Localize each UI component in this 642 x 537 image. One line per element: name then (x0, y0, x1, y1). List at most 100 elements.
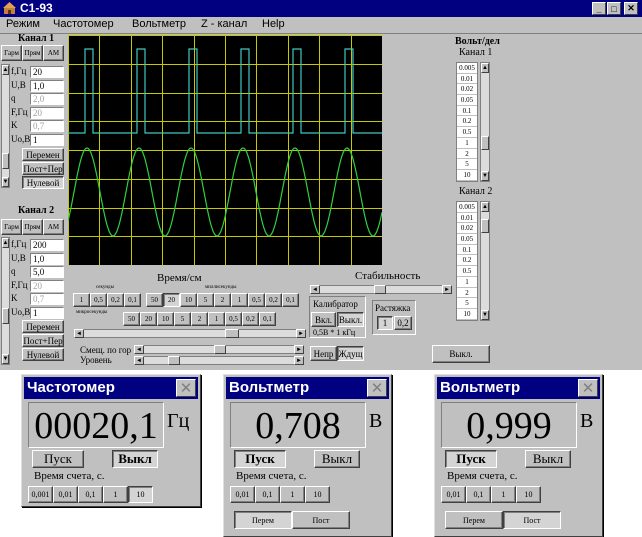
ch1-volts-scroll[interactable]: ▲ ▼ (480, 62, 490, 182)
ch1-mode-square[interactable]: Прям (22, 45, 43, 61)
timebase-seconds-button[interactable]: 0,2 (107, 293, 124, 307)
ch1-row-input[interactable]: 20 (30, 106, 64, 119)
ch2-mode-harm[interactable]: Гарм (1, 219, 22, 235)
voltmeter2-close-icon[interactable]: ✕ (578, 379, 598, 397)
close-button[interactable]: ✕ (624, 2, 638, 15)
menu-z-channel[interactable]: Z - канал (201, 18, 247, 30)
calibrator-off-button[interactable]: Выкл. (337, 312, 364, 327)
menu-frequency-meter[interactable]: Частотомер (53, 18, 114, 30)
frequency-meter-close-icon[interactable]: ✕ (176, 379, 196, 397)
frequency-start-button[interactable]: Пуск (32, 450, 84, 468)
frequency-off-button[interactable]: Выкл (112, 450, 158, 468)
voltmeter2-start-button[interactable]: Пуск (445, 450, 497, 468)
timebase-seconds-button[interactable]: 1 (73, 293, 90, 307)
timebase-micros-button[interactable]: 1 (208, 312, 225, 326)
volts-option-ch1[interactable]: 10 (457, 169, 477, 181)
volts-option-ch1[interactable]: 0.5 (457, 127, 477, 138)
voltmeter2-count-time-button[interactable]: 0,1 (466, 486, 491, 503)
voltmeter1-count-time-button[interactable]: 0,01 (230, 486, 255, 503)
timebase-millis-button[interactable]: 0,1 (282, 293, 299, 307)
timebase-millis-button[interactable]: 0,5 (248, 293, 265, 307)
voltmeter1-start-button[interactable]: Пуск (234, 450, 286, 468)
menu-help[interactable]: Help (262, 18, 285, 30)
timebase-micros-button[interactable]: 0,2 (242, 312, 259, 326)
ch2-row-input[interactable]: 20 (30, 279, 64, 292)
timebase-micros-button[interactable]: 20 (140, 312, 157, 326)
volts-option-ch1[interactable]: 0.05 (457, 95, 477, 106)
power-off-button[interactable]: Выкл. (432, 345, 490, 363)
ch1-row-input[interactable]: 1 (30, 133, 64, 146)
stretch-1-button[interactable]: 1 (377, 316, 393, 330)
timebase-micros-button[interactable]: 0,1 (259, 312, 276, 326)
ch2-row-input[interactable]: 5,0 (30, 266, 64, 278)
ch2-mode-am[interactable]: АМ (43, 219, 64, 235)
ch1-volts-list[interactable]: 0.005 0.01 0.02 0.05 0.1 0.2 0.5 1 2 5 10 (456, 62, 478, 182)
ch2-row-input[interactable]: 1 (30, 306, 64, 319)
ch1-vertical-scroll[interactable]: ▲ ▼ (1, 64, 10, 188)
volts-option-ch2[interactable]: 5 (457, 298, 477, 309)
volts-option-ch1[interactable]: 5 (457, 159, 477, 170)
volts-option-ch1[interactable]: 0.2 (457, 116, 477, 128)
stretch-02-button[interactable]: 0,2 (394, 316, 412, 330)
ch1-dc-ac-button[interactable]: Пост+Пер (22, 162, 64, 175)
ch2-row-input[interactable]: 1,0 (30, 252, 64, 265)
volts-option-ch1[interactable]: 2 (457, 148, 477, 160)
voltmeter1-ac-mode-button[interactable]: Перем (234, 511, 292, 529)
timebase-seconds-button[interactable]: 0,5 (90, 293, 107, 307)
ch1-ac-button[interactable]: Перемен (22, 148, 64, 161)
voltmeter2-count-time-button[interactable]: 0,01 (441, 486, 466, 503)
volts-option-ch1[interactable]: 0.005 (457, 63, 477, 74)
voltmeter1-close-icon[interactable]: ✕ (367, 379, 387, 397)
voltmeter1-off-button[interactable]: Выкл (314, 450, 360, 468)
menu-voltmeter[interactable]: Вольтметр (132, 18, 186, 30)
menu-mode[interactable]: Режим (6, 18, 40, 30)
ch1-row-input[interactable]: 1,0 (30, 79, 64, 92)
timebase-micros-button[interactable]: 2 (191, 312, 208, 326)
voltmeter2-off-button[interactable]: Выкл (525, 450, 571, 468)
ch1-row-input[interactable]: 0,7 (30, 120, 64, 132)
volts-option-ch2[interactable]: 0.1 (457, 244, 477, 256)
timebase-millis-button[interactable]: 2 (214, 293, 231, 307)
volts-option-ch2[interactable]: 0.005 (457, 202, 477, 213)
ch2-volts-list[interactable]: 0.005 0.01 0.02 0.05 0.1 0.2 0.5 1 2 5 10 (456, 201, 478, 321)
timebase-scroll[interactable]: ◄ ► (74, 329, 306, 338)
maximize-button[interactable]: □ (607, 2, 621, 15)
waiting-sweep-button[interactable]: Ждущ (337, 346, 364, 361)
volts-option-ch2[interactable]: 10 (457, 308, 477, 320)
frequency_meter-count-time-button[interactable]: 1 (103, 486, 128, 503)
ch2-row-input[interactable]: 200 (30, 239, 64, 251)
timebase-millis-button[interactable]: 1 (231, 293, 248, 307)
continuous-sweep-button[interactable]: Непр (310, 346, 337, 361)
volts-option-ch2[interactable]: 1 (457, 276, 477, 288)
ch1-mode-harm[interactable]: Гарм (1, 45, 22, 61)
volts-option-ch2[interactable]: 0.02 (457, 223, 477, 235)
ch2-ac-button[interactable]: Перемен (22, 320, 64, 333)
volts-option-ch1[interactable]: 0.1 (457, 105, 477, 117)
volts-option-ch2[interactable]: 0.2 (457, 255, 477, 267)
ch1-mode-am[interactable]: АМ (43, 45, 64, 61)
timebase-micros-button[interactable]: 0,5 (225, 312, 242, 326)
timebase-millis-button[interactable]: 20 (163, 293, 180, 307)
frequency_meter-count-time-button[interactable]: 10 (128, 486, 153, 503)
ch2-row-input[interactable]: 0,7 (30, 293, 64, 305)
timebase-millis-button[interactable]: 0,2 (265, 293, 282, 307)
volts-option-ch1[interactable]: 0.02 (457, 84, 477, 96)
voltmeter2-dc-mode-button[interactable]: Пост (503, 511, 561, 529)
voltmeter2-count-time-button[interactable]: 1 (491, 486, 516, 503)
minimize-button[interactable]: _ (592, 2, 606, 15)
voltmeter1-count-time-button[interactable]: 1 (280, 486, 305, 503)
timebase-millis-button[interactable]: 5 (197, 293, 214, 307)
level-slider[interactable]: ◄ ► (134, 356, 304, 365)
ch1-zero-button[interactable]: Нулевой (22, 176, 64, 189)
ch2-vertical-scroll[interactable]: ▲ ▼ (1, 237, 10, 365)
ch2-mode-square[interactable]: Прям (22, 219, 43, 235)
timebase-micros-button[interactable]: 5 (174, 312, 191, 326)
voltmeter1-count-time-button[interactable]: 0,1 (255, 486, 280, 503)
volts-option-ch2[interactable]: 0.05 (457, 234, 477, 245)
volts-option-ch2[interactable]: 2 (457, 287, 477, 299)
volts-option-ch1[interactable]: 1 (457, 137, 477, 149)
voltmeter1-dc-mode-button[interactable]: Пост (292, 511, 350, 529)
ch2-dc-ac-button[interactable]: Пост+Пер (22, 334, 64, 347)
voltmeter2-ac-mode-button[interactable]: Перем (445, 511, 503, 529)
volts-option-ch1[interactable]: 0.01 (457, 73, 477, 85)
